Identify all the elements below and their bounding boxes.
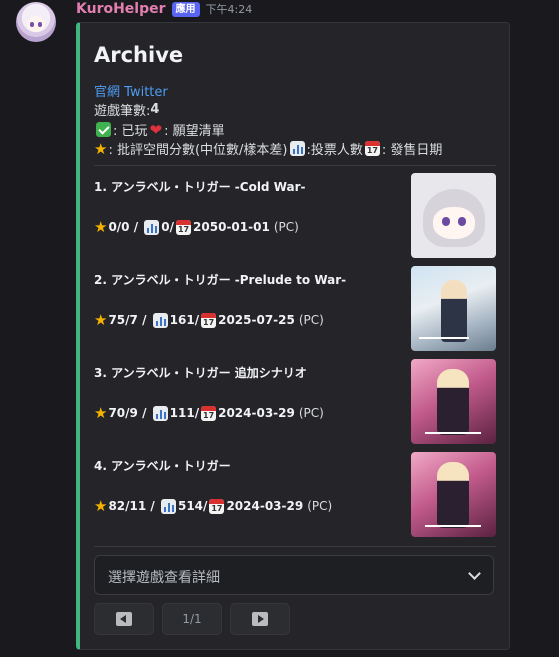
star-icon: ★ bbox=[94, 404, 108, 422]
embed-links: 官網 Twitter bbox=[94, 81, 168, 100]
bar-chart-icon bbox=[152, 405, 168, 421]
game-count-label: 遊戲筆數: bbox=[94, 104, 151, 119]
legend-metrics-line: ★ : 批評空間分數(中位數/樣本差) :投票人數 17 : 發售日期 bbox=[94, 139, 443, 159]
game-info: ★ 0/0 / 0/ 17 2050-01-01 (PC) bbox=[94, 218, 299, 236]
game-votes: 111 bbox=[169, 406, 195, 420]
game-select-dropdown[interactable]: 選擇遊戲查看詳細 bbox=[94, 555, 494, 595]
right-arrow-icon bbox=[252, 612, 268, 626]
game-platform: (PC) bbox=[307, 499, 333, 513]
game-thumbnail[interactable] bbox=[411, 452, 496, 537]
legend-status-line: : 已玩 ❤ : 願望清單 bbox=[94, 120, 225, 139]
game-thumbnail[interactable] bbox=[411, 173, 496, 258]
chevron-down-icon bbox=[468, 567, 481, 580]
game-date: 2025-07-25 bbox=[218, 313, 295, 327]
game-score: 75/7 bbox=[108, 313, 138, 327]
bar-chart-icon bbox=[152, 312, 168, 328]
bar-chart-icon bbox=[144, 219, 160, 235]
divider bbox=[94, 546, 496, 547]
calendar-icon: 17 bbox=[176, 219, 192, 235]
calendar-icon: 17 bbox=[201, 312, 217, 328]
game-platform: (PC) bbox=[273, 220, 299, 234]
checkmark-icon bbox=[96, 122, 111, 137]
avatar-eye bbox=[30, 22, 34, 27]
game-title: 1. アンラベル・トリガー -Cold War- bbox=[94, 180, 306, 194]
game-date: 2024-03-29 bbox=[218, 406, 295, 420]
legend-date: : 發售日期 bbox=[381, 143, 443, 158]
twitter-link[interactable]: Twitter bbox=[124, 85, 168, 100]
left-arrow-icon bbox=[116, 612, 132, 626]
game-thumbnail[interactable] bbox=[411, 359, 496, 444]
game-score: 0/0 bbox=[108, 220, 130, 234]
username[interactable]: KuroHelper bbox=[76, 1, 166, 17]
game-entry: 2. アンラベル・トリガー -Prelude to War- ★ 75/7 / … bbox=[94, 260, 496, 351]
star-icon: ★ bbox=[94, 139, 108, 158]
legend-votes: :投票人數 bbox=[306, 143, 363, 158]
heart-icon: ❤ bbox=[149, 120, 163, 139]
divider bbox=[94, 165, 496, 166]
game-platform: (PC) bbox=[298, 313, 324, 327]
bar-chart-icon bbox=[160, 498, 176, 514]
page-indicator: 1/1 bbox=[162, 603, 222, 635]
timestamp: 下午4:24 bbox=[205, 3, 253, 16]
game-votes: 514 bbox=[177, 499, 204, 513]
game-title: 3. アンラベル・トリガー 追加シナリオ bbox=[94, 366, 307, 380]
game-entry: 3. アンラベル・トリガー 追加シナリオ ★ 70/9 / 111/ 17 20… bbox=[94, 353, 496, 444]
game-votes: 161 bbox=[169, 313, 195, 327]
legend-score: : 批評空間分數(中位數/樣本差) bbox=[108, 143, 288, 158]
game-entry: 1. アンラベル・トリガー -Cold War- ★ 0/0 / 0/ 17 2… bbox=[94, 167, 496, 258]
bot-avatar[interactable] bbox=[16, 2, 56, 42]
game-entry: 4. アンラベル・トリガー ★ 82/11 / 514/ 17 2024-03-… bbox=[94, 446, 496, 537]
avatar-eye bbox=[38, 22, 42, 27]
archive-embed: Archive 官網 Twitter 遊戲筆數: 4 : 已玩 ❤ : 願望清單… bbox=[76, 22, 510, 650]
next-page-button[interactable] bbox=[230, 603, 290, 635]
game-thumbnail[interactable] bbox=[411, 266, 496, 351]
game-date: 2050-01-01 bbox=[193, 220, 270, 234]
game-platform: (PC) bbox=[298, 406, 324, 420]
game-count-value: 4 bbox=[150, 102, 160, 117]
game-title: 2. アンラベル・トリガー -Prelude to War- bbox=[94, 273, 347, 287]
star-icon: ★ bbox=[94, 311, 108, 329]
calendar-icon: 17 bbox=[201, 405, 217, 421]
app-badge: 應用 bbox=[171, 1, 200, 17]
legend-wishlist: : 願望清單 bbox=[164, 124, 225, 139]
star-icon: ★ bbox=[94, 218, 108, 236]
game-info: ★ 70/9 / 111/ 17 2024-03-29 (PC) bbox=[94, 404, 324, 422]
star-icon: ★ bbox=[94, 497, 108, 515]
calendar-icon: 17 bbox=[209, 498, 225, 514]
game-score: 70/9 bbox=[108, 406, 138, 420]
select-placeholder: 選擇遊戲查看詳細 bbox=[108, 570, 220, 586]
official-site-link[interactable]: 官網 bbox=[94, 85, 120, 100]
bar-chart-icon bbox=[289, 141, 305, 156]
game-info: ★ 82/11 / 514/ 17 2024-03-29 (PC) bbox=[94, 497, 333, 515]
prev-page-button[interactable] bbox=[94, 603, 154, 635]
game-date: 2024-03-29 bbox=[226, 499, 304, 513]
legend-played: : 已玩 bbox=[113, 124, 148, 139]
game-score: 82/11 bbox=[108, 499, 147, 513]
game-votes: 0 bbox=[161, 220, 170, 234]
game-title: 4. アンラベル・トリガー bbox=[94, 459, 231, 473]
game-count-line: 遊戲筆數: 4 bbox=[94, 100, 159, 119]
message-header: KuroHelper 應用 下午4:24 bbox=[76, 0, 252, 18]
game-info: ★ 75/7 / 161/ 17 2025-07-25 (PC) bbox=[94, 311, 324, 329]
embed-title: Archive bbox=[94, 43, 184, 67]
calendar-icon: 17 bbox=[364, 141, 380, 156]
